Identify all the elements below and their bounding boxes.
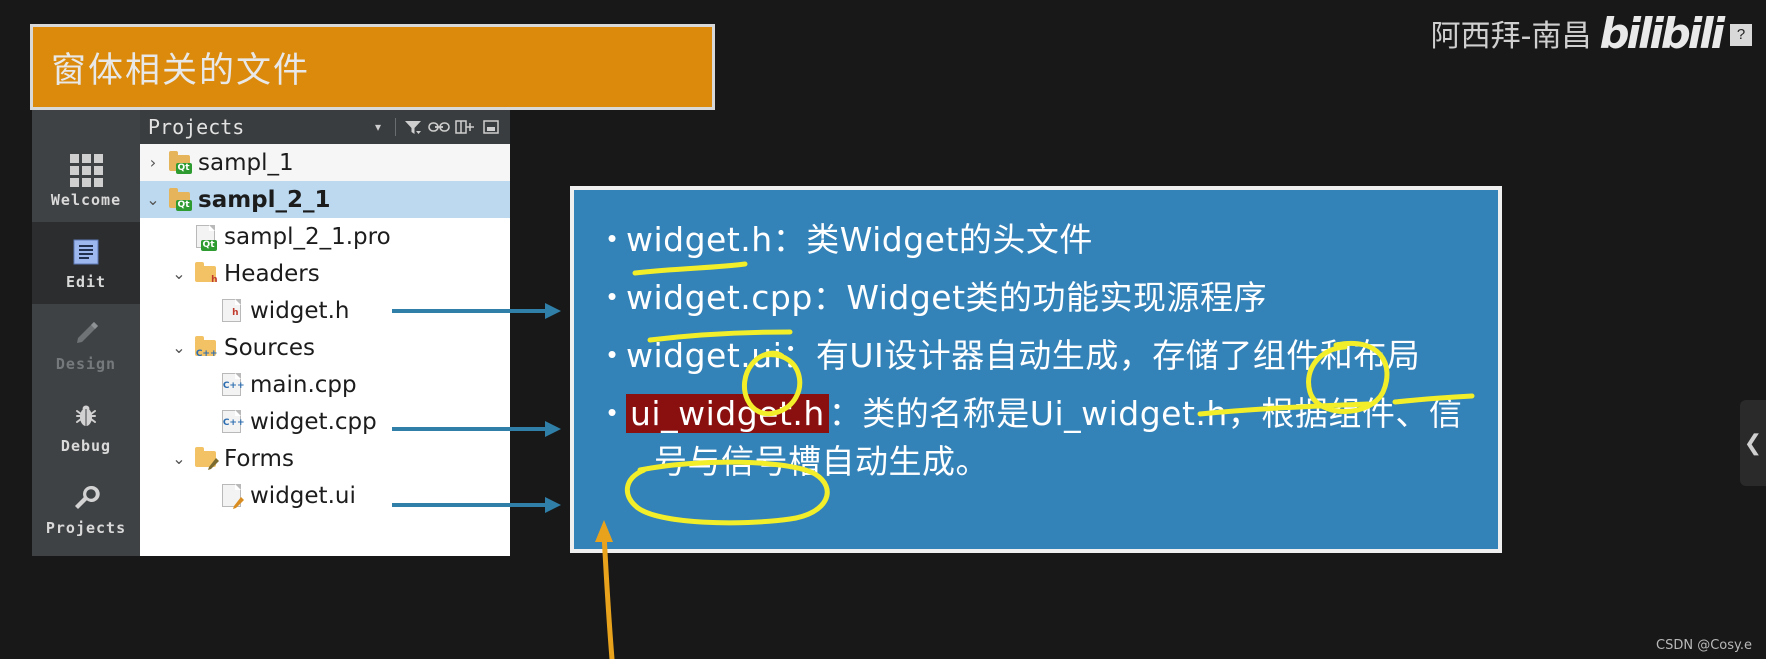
tree-row-label: widget.h bbox=[250, 297, 350, 324]
bilibili-logo: bilibili bbox=[1599, 9, 1725, 58]
forms-folder-icon bbox=[192, 446, 219, 470]
collapse-twisty-icon[interactable]: ⌄ bbox=[166, 264, 192, 283]
mode-item-debug[interactable]: Debug bbox=[32, 386, 140, 468]
mode-item-design[interactable]: Design bbox=[32, 304, 140, 386]
wrench-icon bbox=[69, 481, 103, 515]
slide-stage: 窗体相关的文件 阿西拜-南昌 bilibili ? Welcome Edit D… bbox=[0, 0, 1766, 659]
mode-label-debug: Debug bbox=[60, 437, 112, 455]
qt-project-folder-icon: Qt bbox=[166, 187, 192, 211]
tree-row-sampl-2-1[interactable]: ⌄ Qt sampl_2_1 bbox=[140, 181, 510, 218]
prev-slide-button[interactable]: ❮ bbox=[1740, 400, 1766, 486]
tree-row-label: widget.cpp bbox=[250, 408, 377, 435]
slide-title-banner: 窗体相关的文件 bbox=[30, 24, 715, 110]
h-file-icon: h bbox=[218, 299, 244, 322]
projects-tree-pane: Projects ▾ › Qt sampl_1 ⌄ Qt sampl_2_1 Q… bbox=[140, 110, 510, 556]
tree-row-sources[interactable]: ⌄ C++ Sources bbox=[140, 329, 510, 366]
bullet-text: widget.cpp：Widget类的功能实现源程序 bbox=[626, 278, 1268, 317]
collapse-twisty-icon[interactable]: ⌄ bbox=[140, 190, 166, 209]
mode-label-edit: Edit bbox=[65, 273, 107, 291]
tree-row-main-cpp[interactable]: C++ main.cpp bbox=[140, 366, 510, 403]
pencil-icon bbox=[69, 317, 103, 351]
mode-label-design: Design bbox=[55, 355, 117, 373]
tree-row-label: main.cpp bbox=[250, 371, 357, 398]
filter-icon[interactable] bbox=[400, 115, 426, 139]
tree-row-label: widget.ui bbox=[250, 482, 356, 509]
page-title: 窗体相关的文件 bbox=[51, 50, 311, 91]
collapse-twisty-icon[interactable]: ⌄ bbox=[166, 449, 192, 468]
bullet-widget-cpp: • widget.cpp：Widget类的功能实现源程序 bbox=[598, 274, 1498, 322]
bullet-widget-h: • widget.h：类Widget的头文件 bbox=[598, 216, 1498, 264]
tree-row-forms[interactable]: ⌄ Forms bbox=[140, 440, 510, 477]
cpp-file-icon: C++ bbox=[218, 410, 245, 433]
content-panel: • widget.h：类Widget的头文件 • widget.cpp：Widg… bbox=[570, 186, 1502, 553]
sources-folder-icon: C++ bbox=[192, 335, 218, 358]
bullet-text: widget.h：类Widget的头文件 bbox=[626, 220, 1093, 259]
bullet-text: widget.ui：有UI设计器自动生成，存储了组件和布局 bbox=[626, 336, 1421, 375]
bullet-text-continuation: 号与信号槽自动生成。 bbox=[654, 442, 989, 481]
qt-pro-file-icon: Qt bbox=[192, 225, 218, 251]
help-badge-icon: ? bbox=[1730, 23, 1752, 46]
mode-item-projects[interactable]: Projects bbox=[32, 468, 140, 550]
project-tree[interactable]: › Qt sampl_1 ⌄ Qt sampl_2_1 Qt sampl_2_1… bbox=[140, 144, 510, 556]
bullet-text: ui_widget.h ：类的名称是Ui_widget.h，根据组件、信 bbox=[626, 394, 1462, 433]
watermark: CSDN @Cosy.e bbox=[1656, 638, 1752, 653]
split-add-icon[interactable] bbox=[452, 115, 478, 139]
mode-label-projects: Projects bbox=[45, 519, 127, 537]
tree-row-widget-ui[interactable]: widget.ui bbox=[140, 477, 510, 514]
expand-twisty-icon[interactable]: › bbox=[140, 153, 166, 172]
tree-row-widget-cpp[interactable]: C++ widget.cpp bbox=[140, 403, 510, 440]
highlighted-term: ui_widget.h bbox=[626, 394, 829, 433]
bullet-text-rest: ：类的名称是Ui_widget.h，根据组件、信 bbox=[828, 394, 1463, 433]
tree-row-label: Forms bbox=[224, 445, 294, 472]
tree-row-label: Headers bbox=[224, 260, 320, 287]
brand-author: 阿西拜-南昌 bbox=[1430, 18, 1592, 54]
brand: 阿西拜-南昌 bilibili ? bbox=[1430, 9, 1752, 58]
document-lines-icon bbox=[69, 235, 103, 269]
mode-item-edit[interactable]: Edit bbox=[32, 222, 140, 304]
bullet-dot: • bbox=[607, 223, 617, 253]
tree-row-label: sampl_2_1 bbox=[198, 186, 331, 213]
bullet-dot: • bbox=[607, 397, 617, 427]
bullet-dot: • bbox=[607, 281, 617, 311]
tree-row-widget-h[interactable]: h widget.h bbox=[140, 292, 510, 329]
tree-row-label: Sources bbox=[224, 334, 315, 361]
toolbar-divider bbox=[395, 118, 396, 136]
tree-row-label: sampl_1 bbox=[198, 149, 294, 176]
ui-file-icon bbox=[218, 484, 244, 509]
tree-row-label: sampl_2_1.pro bbox=[224, 223, 391, 250]
bullet-ui-widget-h: • ui_widget.h ：类的名称是Ui_widget.h，根据组件、信 号与… bbox=[598, 390, 1498, 486]
qt-project-folder-icon: Qt bbox=[166, 150, 192, 174]
projects-panel-header: Projects ▾ bbox=[140, 110, 510, 144]
mode-item-welcome[interactable]: Welcome bbox=[32, 140, 140, 222]
close-split-icon[interactable] bbox=[478, 115, 504, 139]
chevron-down-icon[interactable]: ▾ bbox=[365, 115, 391, 139]
tree-row-sampl-2-1-pro[interactable]: Qt sampl_2_1.pro bbox=[140, 218, 510, 255]
headers-folder-icon: h bbox=[192, 261, 218, 284]
bullet-widget-ui: • widget.ui：有UI设计器自动生成，存储了组件和布局 bbox=[598, 332, 1498, 380]
grid-icon bbox=[69, 153, 103, 187]
mode-selector-bar: Welcome Edit Design Debug Projects bbox=[32, 110, 140, 556]
collapse-twisty-icon[interactable]: ⌄ bbox=[166, 338, 192, 357]
bug-icon bbox=[69, 399, 103, 433]
link-icon[interactable] bbox=[426, 115, 452, 139]
projects-panel-title: Projects bbox=[148, 115, 245, 139]
cpp-file-icon: C++ bbox=[218, 373, 245, 396]
bullet-dot: • bbox=[607, 339, 617, 369]
mode-label-welcome: Welcome bbox=[50, 191, 122, 209]
tree-row-headers[interactable]: ⌄ h Headers bbox=[140, 255, 510, 292]
qt-creator-window: Welcome Edit Design Debug Projects Proje… bbox=[32, 110, 510, 556]
bullet-list: • widget.h：类Widget的头文件 • widget.cpp：Widg… bbox=[574, 190, 1498, 486]
tree-row-sampl-1[interactable]: › Qt sampl_1 bbox=[140, 144, 510, 181]
